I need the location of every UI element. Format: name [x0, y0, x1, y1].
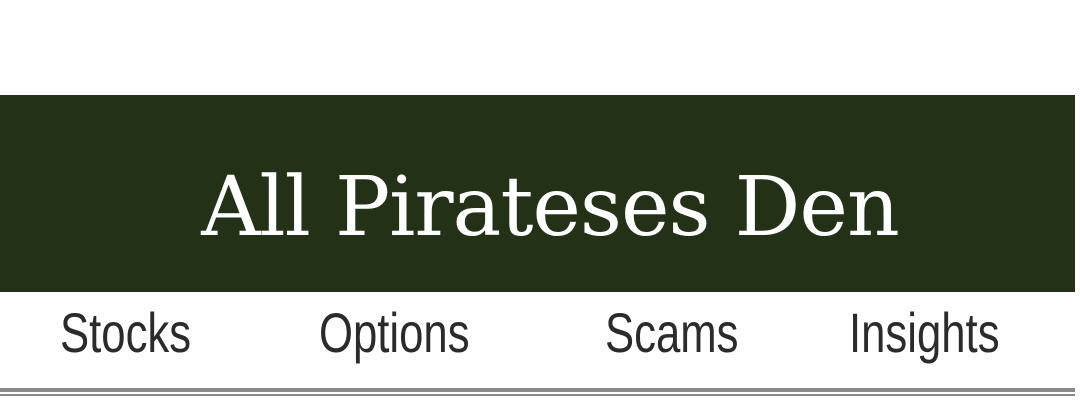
nav-item-scams[interactable]: Scams [605, 300, 739, 365]
main-nav: Stocks Options Scams Insights [0, 292, 1075, 388]
nav-item-options[interactable]: Options [319, 300, 470, 365]
nav-item-insights[interactable]: Insights [849, 300, 1000, 365]
nav-item-stocks[interactable]: Stocks [60, 300, 191, 365]
nav-divider-thin [0, 394, 1075, 396]
site-title[interactable]: All Pirateses Den [0, 95, 1080, 292]
nav-divider-thick [0, 388, 1075, 392]
page: All Pirateses Den Stocks Options Scams I… [0, 0, 1080, 415]
